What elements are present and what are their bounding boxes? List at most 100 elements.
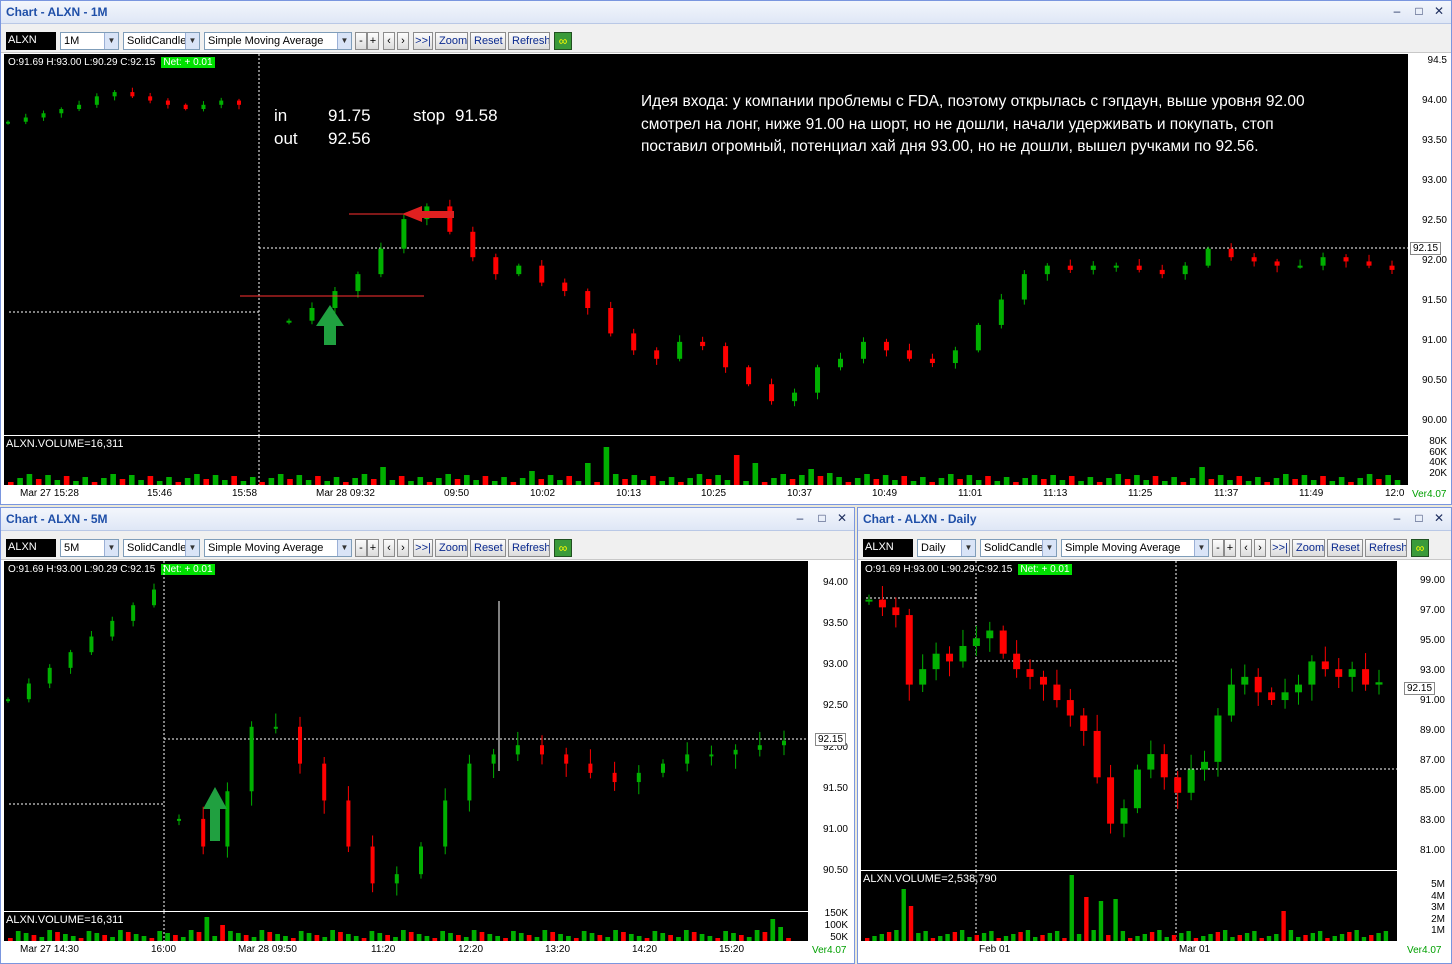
maximize-icon[interactable]: □: [814, 510, 830, 526]
symbol-input[interactable]: ALXN: [6, 539, 56, 557]
close-icon[interactable]: ✕: [1431, 3, 1447, 19]
zoom-in-button[interactable]: +: [367, 539, 379, 557]
scroll-forward-button[interactable]: ›: [397, 539, 409, 557]
candle-body: [1093, 730, 1101, 778]
candle-body: [249, 726, 254, 792]
time-tick-label: 09:50: [444, 488, 470, 499]
volume-bar: [333, 477, 340, 485]
volume-bar: [1354, 930, 1359, 941]
indicator-select[interactable]: Simple Moving Average ▼: [204, 539, 352, 557]
scroll-back-button[interactable]: ‹: [383, 32, 395, 50]
indicator-select[interactable]: Simple Moving Average ▼: [1061, 539, 1209, 557]
symbol-input[interactable]: ALXN: [863, 539, 913, 557]
candle-body: [6, 121, 10, 124]
candle-body: [47, 667, 52, 684]
link-icon[interactable]: ∞: [554, 32, 572, 50]
reset-button[interactable]: Reset: [470, 539, 506, 557]
volume-bar: [1199, 467, 1205, 485]
zoom-out-button[interactable]: -: [1212, 539, 1224, 557]
interval-select[interactable]: Daily ▼: [917, 539, 976, 557]
minimize-icon[interactable]: –: [1389, 3, 1405, 19]
volume-bar: [799, 475, 805, 485]
volume-bar: [314, 935, 320, 941]
candle-body: [493, 257, 499, 275]
volume-bar: [1011, 934, 1016, 941]
volume-bar: [1091, 930, 1096, 941]
chart-style-select[interactable]: SolidCandle ▼: [980, 539, 1057, 557]
axis-tick-label: 85.00: [1419, 785, 1445, 796]
indicator-select[interactable]: Simple Moving Average ▼: [204, 32, 352, 50]
volume-bar: [305, 480, 312, 485]
interval-select[interactable]: 5M ▼: [60, 539, 119, 557]
time-tick-label: 12:20: [458, 944, 484, 955]
volume-bar: [47, 930, 53, 941]
volume-bar: [157, 931, 163, 941]
zoom-button[interactable]: Zoom: [435, 32, 468, 50]
candle-body: [986, 630, 994, 639]
scroll-end-button[interactable]: >>|: [413, 32, 433, 50]
price-plot[interactable]: O:91.69 H:93.00 L:90.29 C:92.15 Net: + 0.…: [861, 561, 1397, 870]
volume-bar: [45, 475, 51, 485]
volume-bar: [196, 932, 202, 941]
volume-bar: [173, 935, 178, 941]
candle-body: [1362, 669, 1370, 685]
scroll-end-button[interactable]: >>|: [413, 539, 433, 557]
interval-select[interactable]: 1M ▼: [60, 32, 119, 50]
link-icon[interactable]: ∞: [1411, 539, 1429, 557]
volume-bar: [770, 919, 776, 941]
scroll-forward-button[interactable]: ›: [1254, 539, 1266, 557]
refresh-button[interactable]: Refresh: [1365, 539, 1407, 557]
volume-bar: [952, 932, 958, 941]
volume-bar: [128, 475, 135, 485]
refresh-button[interactable]: Refresh: [508, 32, 550, 50]
candle-body: [608, 308, 614, 334]
volume-bar: [1180, 482, 1187, 485]
zoom-in-button[interactable]: +: [1224, 539, 1236, 557]
chart-style-select[interactable]: SolidCandle ▼: [123, 32, 200, 50]
zoom-out-button[interactable]: -: [355, 32, 367, 50]
zoom-button[interactable]: Zoom: [1292, 539, 1325, 557]
last-price-tag: 92.15: [815, 733, 847, 746]
chart-style-select[interactable]: SolidCandle ▼: [123, 539, 200, 557]
candle-body: [77, 104, 82, 110]
title-bar[interactable]: Chart - ALXN - 5M – □ ✕: [1, 508, 854, 531]
symbol-input[interactable]: ALXN: [6, 32, 56, 50]
volume-bar: [94, 933, 100, 941]
price-axis: 99.00 97.00 95.00 93.00 91.00 89.00 87.00 85.00…: [1397, 561, 1451, 870]
volume-bar: [1189, 478, 1196, 485]
candle-body: [865, 599, 873, 602]
maximize-icon[interactable]: □: [1411, 3, 1427, 19]
volume-bar: [249, 477, 256, 485]
minimize-icon[interactable]: –: [1389, 510, 1405, 526]
zoom-in-button[interactable]: +: [367, 32, 379, 50]
candle-body: [59, 109, 64, 114]
title-bar[interactable]: Chart - ALXN - Daily – □ ✕: [858, 508, 1451, 531]
volume-bar: [981, 933, 987, 941]
reset-button[interactable]: Reset: [1327, 539, 1363, 557]
title-bar[interactable]: Chart - ALXN - 1M – □ ✕: [1, 1, 1451, 24]
close-icon[interactable]: ✕: [1431, 510, 1447, 526]
volume-bar: [994, 481, 1001, 485]
scroll-back-button[interactable]: ‹: [383, 539, 395, 557]
volume-bar: [204, 917, 210, 941]
volume-bar: [503, 938, 508, 941]
candle-body: [1205, 248, 1211, 266]
close-icon[interactable]: ✕: [834, 510, 850, 526]
candle-body: [906, 350, 912, 359]
candle-body: [516, 265, 522, 275]
candle-body: [322, 763, 327, 801]
scroll-end-button[interactable]: >>|: [1270, 539, 1290, 557]
zoom-button[interactable]: Zoom: [435, 539, 468, 557]
reset-button[interactable]: Reset: [470, 32, 506, 50]
maximize-icon[interactable]: □: [1411, 510, 1427, 526]
volume-bar: [1222, 930, 1228, 941]
refresh-button[interactable]: Refresh: [508, 539, 550, 557]
zoom-out-button[interactable]: -: [355, 539, 367, 557]
scroll-forward-button[interactable]: ›: [397, 32, 409, 50]
scroll-back-button[interactable]: ‹: [1240, 539, 1252, 557]
volume-bar: [283, 936, 288, 941]
minimize-icon[interactable]: –: [792, 510, 808, 526]
link-icon[interactable]: ∞: [554, 539, 572, 557]
price-plot[interactable]: O:91.69 H:93.00 L:90.29 C:92.15 Net: + 0.…: [4, 561, 808, 911]
price-plot[interactable]: O:91.69 H:93.00 L:90.29 C:92.15 Net: + 0.…: [4, 54, 1408, 435]
